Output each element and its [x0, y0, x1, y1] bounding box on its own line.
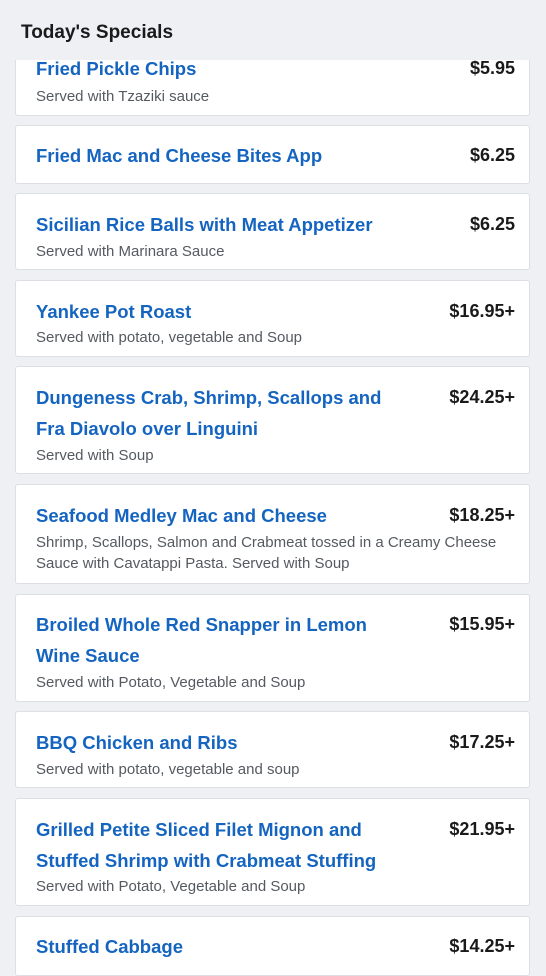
- item-price: $17.25+: [449, 732, 515, 752]
- item-name: Grilled Petite Sliced Filet Mignon and S…: [36, 819, 377, 871]
- item-description: Served with Soup: [36, 447, 154, 464]
- item-price: $15.95+: [449, 614, 515, 634]
- item-price: $18.25+: [449, 505, 515, 525]
- item-price: $21.95+: [449, 819, 515, 839]
- menu-item[interactable]: Sicilian Rice Balls with Meat Appetizer …: [15, 193, 530, 270]
- item-price: $24.25+: [449, 387, 515, 407]
- item-price: $6.25: [469, 214, 515, 234]
- item-price: $14.25+: [449, 936, 515, 956]
- item-name: Seafood Medley Mac and Cheese: [36, 505, 327, 526]
- menu-item[interactable]: Seafood Medley Mac and Cheese $18.25+ Sh…: [15, 484, 530, 584]
- menu-item[interactable]: Fried Mac and Cheese Bites App $6.25: [15, 125, 530, 184]
- specials-list: Fried Pickle Chips $5.95 Served with Tza…: [0, 0, 546, 976]
- item-description: Served with Potato, Vegetable and Soup: [36, 878, 306, 895]
- item-description: Served with Potato, Vegetable and Soup: [36, 674, 306, 691]
- item-name: Yankee Pot Roast: [36, 301, 192, 322]
- item-name: Dungeness Crab, Shrimp, Scallops and Fra…: [36, 387, 382, 439]
- item-price: $6.25: [469, 145, 515, 165]
- menu-item[interactable]: Yankee Pot Roast $16.95+ Served with pot…: [15, 280, 530, 357]
- item-name: BBQ Chicken and Ribs: [36, 732, 238, 753]
- item-name: Sicilian Rice Balls with Meat Appetizer: [36, 214, 373, 235]
- item-name: Stuffed Cabbage: [36, 936, 183, 957]
- menu-item[interactable]: Stuffed Cabbage $14.25+: [15, 916, 530, 976]
- menu-item[interactable]: Broiled Whole Red Snapper in Lemon Wine …: [15, 594, 530, 702]
- menu-item[interactable]: BBQ Chicken and Ribs $17.25+ Served with…: [15, 711, 530, 788]
- item-description: Served with potato, vegetable and soup: [36, 761, 300, 778]
- menu-item[interactable]: Dungeness Crab, Shrimp, Scallops and Fra…: [15, 366, 530, 474]
- item-description: Served with potato, vegetable and Soup: [36, 329, 303, 346]
- item-name: Broiled Whole Red Snapper in Lemon Wine …: [36, 614, 367, 666]
- page-title: Today's Specials: [21, 22, 174, 43]
- menu-item[interactable]: Grilled Petite Sliced Filet Mignon and S…: [15, 798, 530, 906]
- item-description: Served with Tzaziki sauce: [36, 88, 210, 105]
- page-header: Today's Specials: [0, 0, 546, 60]
- item-price: $16.95+: [449, 301, 515, 321]
- item-name: Fried Mac and Cheese Bites App: [36, 145, 323, 166]
- item-description: Shrimp, Scallops, Salmon and Crabmeat to…: [36, 534, 497, 572]
- item-description: Served with Marinara Sauce: [36, 243, 225, 260]
